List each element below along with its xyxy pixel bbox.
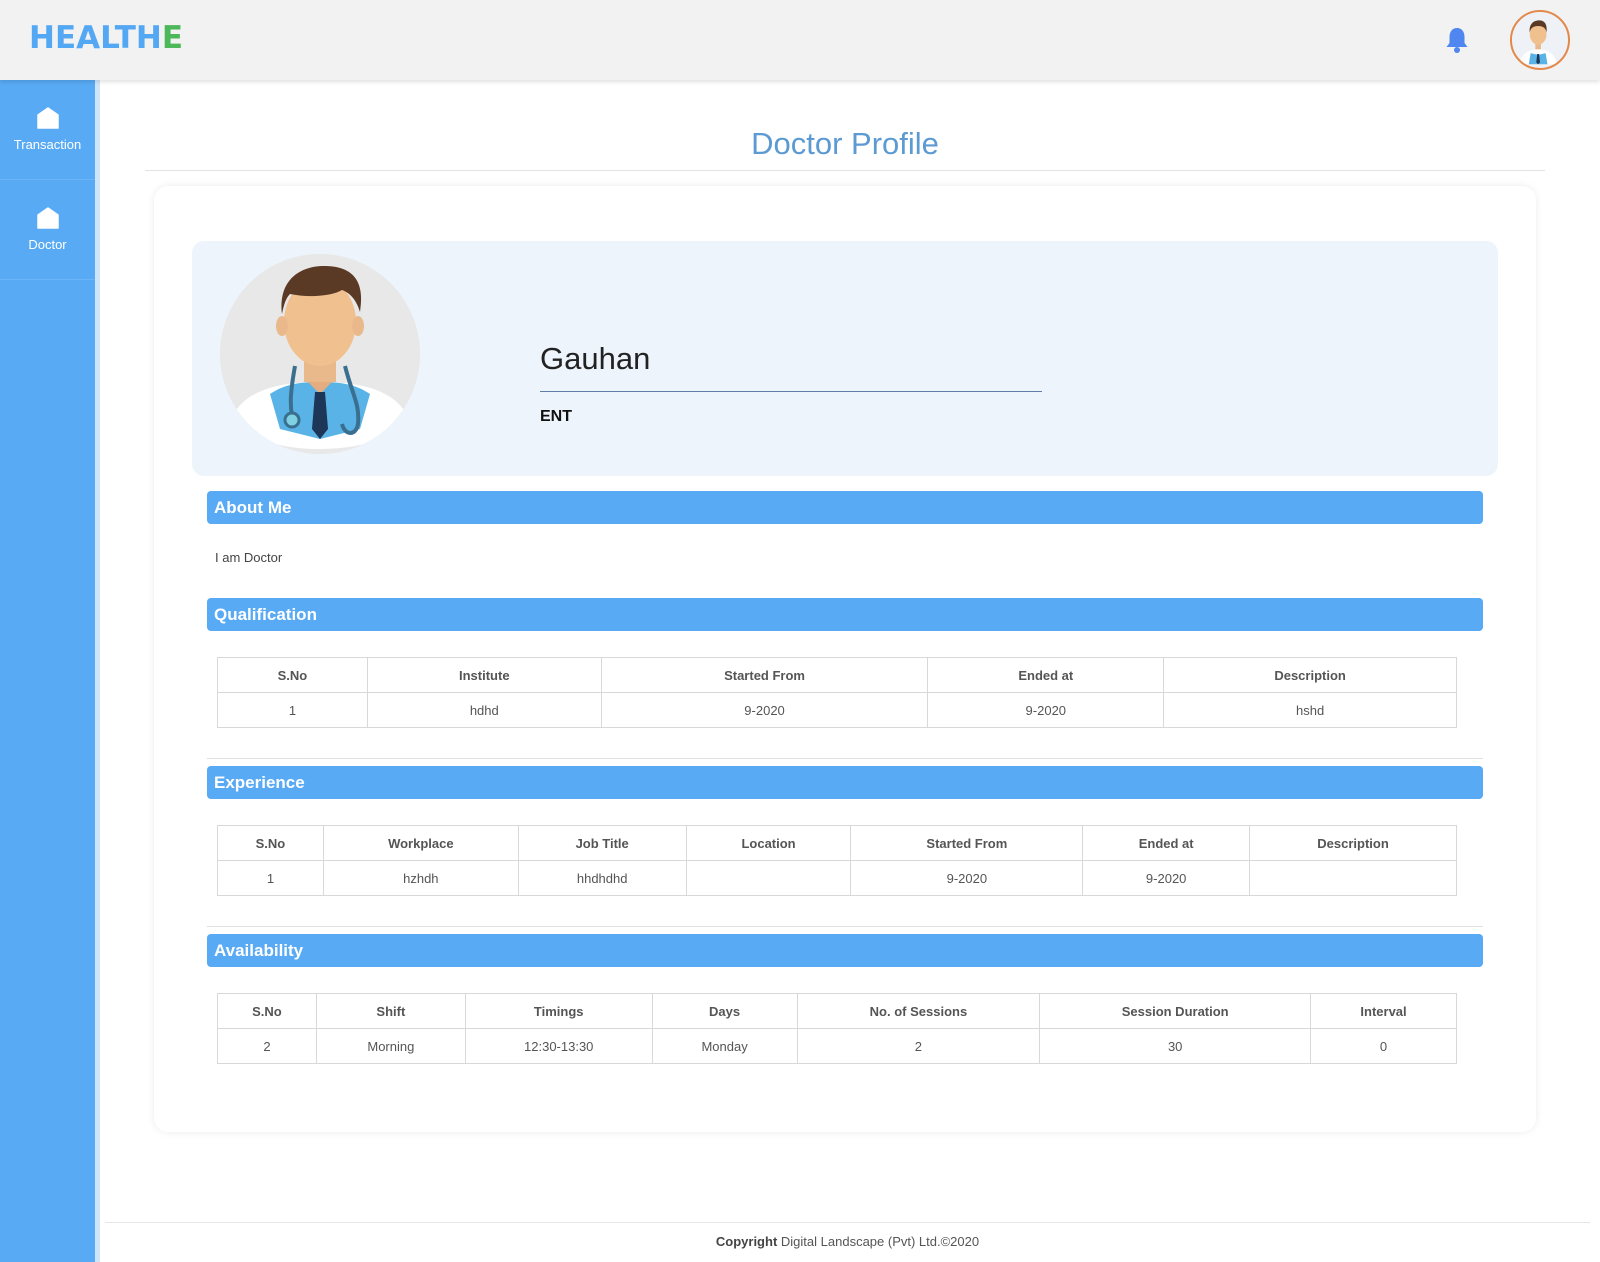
table-cell: 12:30-13:30 [464, 1028, 653, 1064]
qualification-table: S.No Institute Started From Ended at Des… [217, 657, 1457, 728]
column-header: S.No [217, 993, 317, 1029]
table-cell: hzhdh [322, 860, 519, 896]
availability-table: S.No Shift Timings Days No. of Sessions … [217, 993, 1457, 1064]
column-header: Started From [850, 825, 1084, 861]
table-cell: Morning [315, 1028, 466, 1064]
column-header: Location [685, 825, 852, 861]
table-cell [1249, 860, 1457, 896]
table-cell: 9-2020 [927, 692, 1165, 728]
user-avatar[interactable] [1510, 10, 1570, 70]
table-row: 1 hzhdh hhdhdhd 9-2020 9-2020 [217, 860, 1457, 896]
brand-name-main: HEALTH [29, 20, 162, 56]
column-header: S.No [217, 825, 324, 861]
column-header: Shift [315, 993, 466, 1029]
qualification-header: Qualification [207, 598, 1483, 631]
column-header: Description [1163, 657, 1457, 693]
section-divider [207, 758, 1483, 759]
column-header: Ended at [1082, 825, 1251, 861]
profile-hero: Gauhan ENT [192, 241, 1498, 476]
table-row: 1 hdhd 9-2020 9-2020 hshd [217, 692, 1457, 728]
table-cell: hshd [1163, 692, 1457, 728]
experience-table: S.No Workplace Job Title Location Starte… [217, 825, 1457, 896]
table-cell: 9-2020 [1082, 860, 1251, 896]
availability-header: Availability [207, 934, 1483, 967]
brand-name-accent: E [161, 20, 184, 56]
about-text: I am Doctor [215, 550, 283, 565]
profile-card: Gauhan ENT About Me I am Doctor Qualific… [154, 186, 1536, 1132]
table-cell: 0 [1310, 1028, 1457, 1064]
footer: Copyright Digital Landscape (Pvt) Ltd.©2… [105, 1234, 1590, 1249]
section-divider [207, 926, 1483, 927]
table-cell: 2 [796, 1028, 1041, 1064]
home-icon [36, 207, 59, 229]
column-header: S.No [217, 657, 368, 693]
column-header: Interval [1310, 993, 1457, 1029]
column-header: Session Duration [1039, 993, 1312, 1029]
column-header: Days [651, 993, 798, 1029]
table-cell: 1 [217, 692, 368, 728]
table-header-row: S.No Shift Timings Days No. of Sessions … [217, 993, 1457, 1029]
about-header: About Me [207, 491, 1483, 524]
column-header: Job Title [517, 825, 687, 861]
table-cell: hdhd [366, 692, 602, 728]
doctor-specialty: ENT [540, 408, 572, 425]
sidebar-item-transaction[interactable]: Transaction [0, 80, 95, 180]
table-cell: hhdhdhd [517, 860, 687, 896]
footer-divider [105, 1222, 1590, 1223]
column-header: Institute [366, 657, 602, 693]
table-cell: 30 [1039, 1028, 1312, 1064]
column-header: Description [1249, 825, 1457, 861]
table-cell: 9-2020 [850, 860, 1084, 896]
column-header: Started From [600, 657, 929, 693]
table-cell: Monday [651, 1028, 798, 1064]
copyright-label: Copyright [715, 1234, 778, 1249]
table-cell: 9-2020 [600, 692, 929, 728]
column-header: Timings [464, 993, 653, 1029]
name-divider [540, 391, 1042, 392]
brand-logo[interactable]: HEALTHE [29, 20, 183, 56]
bell-icon[interactable] [1444, 26, 1470, 54]
table-cell: 1 [217, 860, 324, 896]
table-cell: 2 [217, 1028, 317, 1064]
title-divider [145, 170, 1545, 171]
sidebar-item-label: Doctor [28, 237, 67, 252]
column-header: No. of Sessions [796, 993, 1041, 1029]
page-title: Doctor Profile [751, 126, 939, 161]
table-cell [685, 860, 852, 896]
sidebar-item-doctor[interactable]: Doctor [0, 180, 95, 280]
copyright-text: Digital Landscape (Pvt) Ltd.©2020 [780, 1234, 980, 1249]
table-row: 2 Morning 12:30-13:30 Monday 2 30 0 [217, 1028, 1457, 1064]
table-header-row: S.No Institute Started From Ended at Des… [217, 657, 1457, 693]
doctor-name: Gauhan [540, 341, 651, 376]
sidebar-item-label: Transaction [13, 137, 82, 152]
sidebar: Transaction Doctor [0, 80, 100, 1262]
doctor-avatar [220, 254, 420, 454]
column-header: Workplace [322, 825, 519, 861]
table-header-row: S.No Workplace Job Title Location Starte… [217, 825, 1457, 861]
experience-header: Experience [207, 766, 1483, 799]
home-icon [36, 107, 59, 129]
top-bar: HEALTHE [0, 0, 1600, 80]
column-header: Ended at [927, 657, 1165, 693]
